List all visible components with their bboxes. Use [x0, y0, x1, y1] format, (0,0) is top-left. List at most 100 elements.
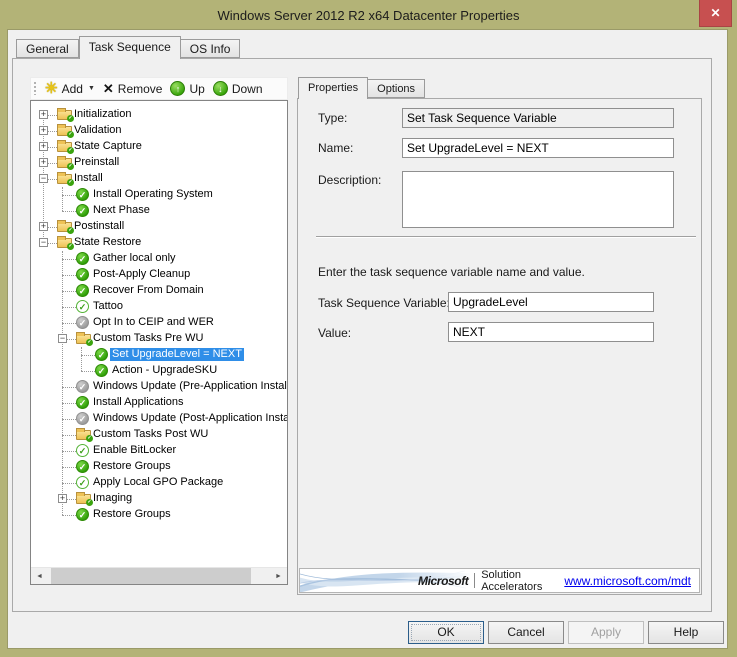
tree-item-label: Tattoo: [91, 300, 125, 313]
expander-icon[interactable]: −: [39, 174, 48, 183]
step-tab-strip: Properties Options: [298, 77, 425, 99]
expander-icon[interactable]: +: [58, 494, 67, 503]
tree-item-label: State Restore: [72, 236, 143, 249]
folder-icon: [57, 142, 72, 152]
close-button[interactable]: ✕: [699, 0, 732, 27]
expander-icon[interactable]: +: [39, 142, 48, 151]
solution-accelerators-label: Solution Accelerators: [481, 569, 564, 593]
tree-item-label: Set UpgradeLevel = NEXT: [110, 348, 244, 361]
scrollbar-thumb[interactable]: [51, 568, 251, 584]
expander-icon[interactable]: +: [39, 110, 48, 119]
dialog-tab-strip: General Task Sequence OS Info: [16, 36, 240, 59]
tree-item[interactable]: ✓ Restore Groups: [31, 459, 287, 475]
tree-item[interactable]: ✓ Recover From Domain: [31, 283, 287, 299]
tree-item[interactable]: ✓ Tattoo: [31, 299, 287, 315]
tree-item[interactable]: ✓ Next Phase: [31, 203, 287, 219]
tree-item-label: Install: [72, 172, 105, 185]
tree-item[interactable]: ✓ Apply Local GPO Package: [31, 475, 287, 491]
tree-item[interactable]: ✓ Install Operating System: [31, 187, 287, 203]
remove-button-label: Remove: [118, 82, 163, 96]
check-green-icon: ✓: [76, 396, 89, 409]
tree-item-label: Apply Local GPO Package: [91, 476, 225, 489]
tree-item[interactable]: − Custom Tasks Pre WU: [31, 331, 287, 347]
tree-item[interactable]: − Install: [31, 171, 287, 187]
up-button[interactable]: ↑ Up: [166, 80, 208, 97]
apply-button: Apply: [568, 621, 644, 644]
type-label: Type:: [318, 111, 347, 125]
starburst-icon: ✳: [45, 82, 58, 96]
scroll-left-icon[interactable]: ◄: [31, 568, 48, 584]
tab-options[interactable]: Options: [368, 79, 425, 98]
description-label: Description:: [318, 173, 381, 187]
tree-item-label: Postinstall: [72, 220, 126, 233]
tree-item[interactable]: ✓ Set UpgradeLevel = NEXT: [31, 347, 287, 363]
tree-item[interactable]: ✓ Post-Apply Cleanup: [31, 267, 287, 283]
tree-item[interactable]: + Preinstall: [31, 155, 287, 171]
horizontal-scrollbar[interactable]: ◄ ►: [31, 567, 287, 584]
cancel-button[interactable]: Cancel: [488, 621, 564, 644]
expander-icon[interactable]: −: [39, 238, 48, 247]
tree-item[interactable]: + Validation: [31, 123, 287, 139]
tree-item[interactable]: − State Restore: [31, 235, 287, 251]
logo-divider: [474, 573, 475, 588]
title-bar: Windows Server 2012 R2 x64 Datacenter Pr…: [0, 0, 737, 30]
tree-item[interactable]: ✓ Gather local only: [31, 251, 287, 267]
tree-item[interactable]: + State Capture: [31, 139, 287, 155]
toolbar-grip-icon: [34, 82, 36, 95]
add-button[interactable]: ✳ Add ▼: [41, 81, 99, 97]
tree-item[interactable]: + Postinstall: [31, 219, 287, 235]
tree-item[interactable]: + Imaging: [31, 491, 287, 507]
tree-item[interactable]: + Initialization: [31, 107, 287, 123]
tree-item-label: Recover From Domain: [91, 284, 206, 297]
folder-icon: [57, 158, 72, 168]
tree-item[interactable]: ✓ Install Applications: [31, 395, 287, 411]
tree-item-label: Gather local only: [91, 252, 178, 265]
tree-item[interactable]: ✓ Enable BitLocker: [31, 443, 287, 459]
check-gray-icon: ✓: [76, 412, 89, 425]
tab-properties[interactable]: Properties: [298, 77, 368, 99]
tree-item-label: Action - UpgradeSKU: [110, 364, 219, 377]
help-button[interactable]: Help: [648, 621, 724, 644]
tree-item-label: Next Phase: [91, 204, 152, 217]
mdt-link[interactable]: www.microsoft.com/mdt: [564, 574, 691, 588]
separator-line: [316, 236, 696, 238]
value-field[interactable]: [448, 322, 654, 342]
expander-icon[interactable]: +: [39, 158, 48, 167]
down-button-label: Down: [232, 82, 263, 96]
task-tree: + Initialization + Validation + State Ca…: [31, 101, 287, 567]
variable-field[interactable]: [448, 292, 654, 312]
folder-icon: [76, 334, 91, 344]
expander-icon[interactable]: +: [39, 126, 48, 135]
tree-item[interactable]: ✓ Windows Update (Pre-Application Instal…: [31, 379, 287, 395]
description-field[interactable]: [402, 171, 674, 228]
check-green-icon: ✓: [76, 252, 89, 265]
ok-button[interactable]: OK: [408, 621, 484, 644]
tab-general[interactable]: General: [16, 39, 79, 58]
name-field[interactable]: [402, 138, 674, 158]
tree-item[interactable]: ✓ Restore Groups: [31, 507, 287, 523]
tree-item-label: Windows Update (Pre-Application Installa…: [91, 380, 287, 393]
remove-button[interactable]: ✕ Remove: [99, 81, 167, 97]
tree-item[interactable]: ✓ Action - UpgradeSKU: [31, 363, 287, 379]
check-green-icon: ✓: [76, 268, 89, 281]
check-gray-icon: ✓: [76, 316, 89, 329]
folder-icon: [57, 126, 72, 136]
check-green-icon: ✓: [76, 508, 89, 521]
down-button[interactable]: ↓ Down: [209, 80, 267, 97]
up-button-label: Up: [189, 82, 204, 96]
tree-item[interactable]: ✓ Windows Update (Post-Application Insta…: [31, 411, 287, 427]
expander-icon[interactable]: +: [39, 222, 48, 231]
tab-task-sequence[interactable]: Task Sequence: [79, 36, 181, 59]
scroll-right-icon[interactable]: ►: [270, 568, 287, 584]
check-green-icon: ✓: [95, 364, 108, 377]
tree-item[interactable]: Custom Tasks Post WU: [31, 427, 287, 443]
folder-icon: [57, 174, 72, 184]
instruction-text: Enter the task sequence variable name an…: [318, 265, 585, 279]
check-green-icon: ✓: [76, 460, 89, 473]
name-label: Name:: [318, 141, 353, 155]
tree-item[interactable]: ✓ Opt In to CEIP and WER: [31, 315, 287, 331]
tree-item-label: Preinstall: [72, 156, 121, 169]
tree-item-label: Install Operating System: [91, 188, 215, 201]
tab-os-info[interactable]: OS Info: [181, 39, 241, 58]
expander-icon[interactable]: −: [58, 334, 67, 343]
